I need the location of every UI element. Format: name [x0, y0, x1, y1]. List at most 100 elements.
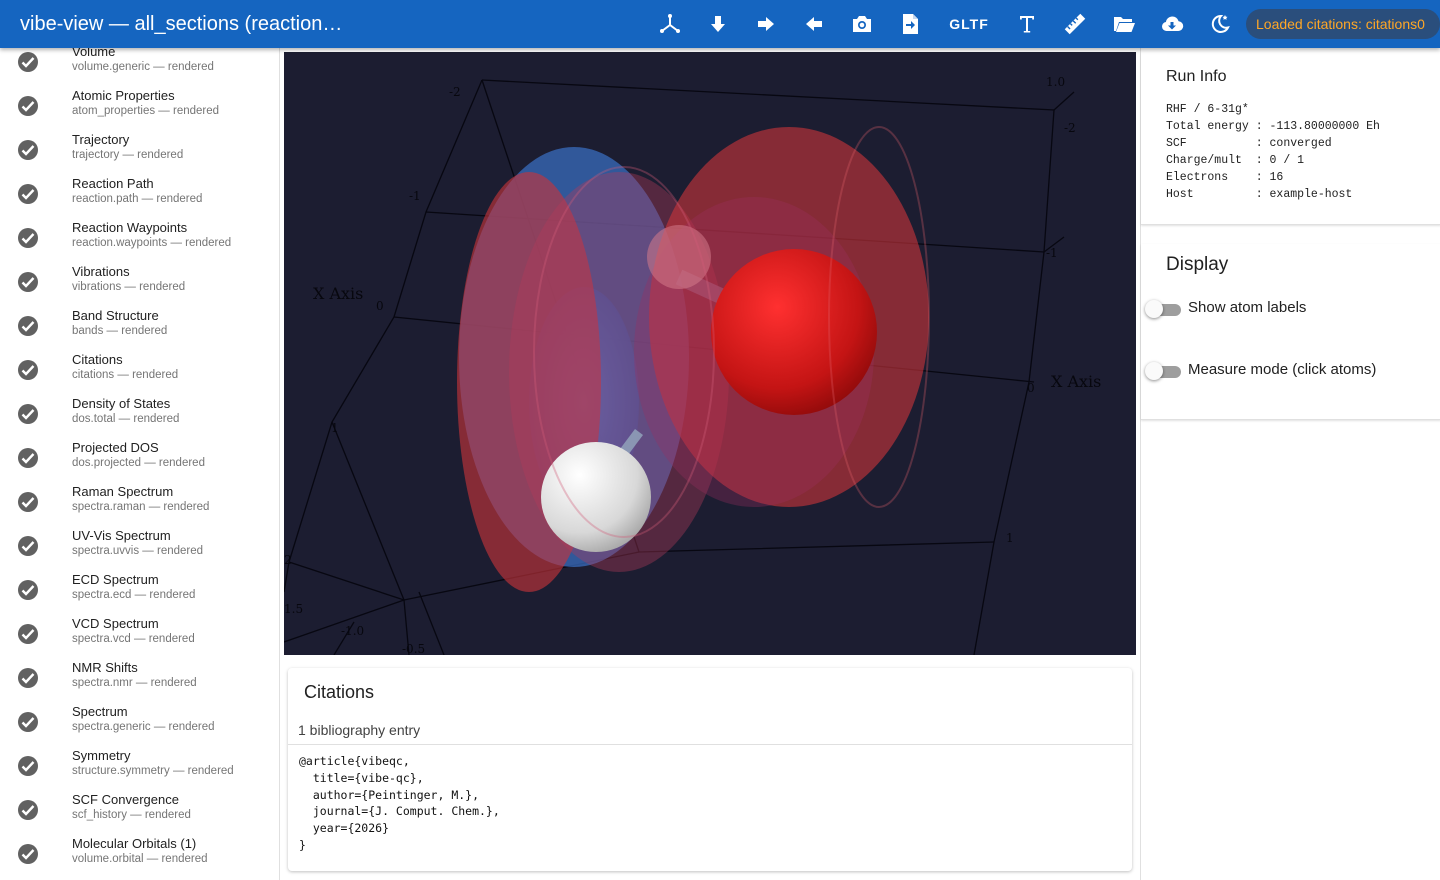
cloud-download-icon — [1161, 16, 1184, 32]
section-item[interactable]: Reaction Waypoints reaction.waypoints — r… — [0, 220, 279, 264]
section-item[interactable]: NMR Shifts spectra.nmr — rendered — [0, 660, 279, 704]
section-title: SCF Convergence — [72, 792, 179, 807]
section-item[interactable]: Volume volume.generic — rendered — [0, 48, 279, 88]
sections-sidebar: Volume volume.generic — rendered Atomic Pr… — [0, 48, 280, 880]
tick-label: 1.5 — [284, 602, 303, 616]
download-button[interactable] — [1152, 4, 1192, 44]
check-circle-icon — [18, 228, 38, 248]
section-item[interactable]: Reaction Path reaction.path — rendered — [0, 176, 279, 220]
section-item[interactable]: Raman Spectrum spectra.raman — rendered — [0, 484, 279, 528]
section-item[interactable]: VCD Spectrum spectra.vcd — rendered — [0, 616, 279, 660]
axes-button[interactable] — [650, 4, 690, 44]
tick-label: 1 — [1006, 531, 1014, 545]
arrow-right-icon — [758, 17, 774, 31]
open-button[interactable] — [1104, 4, 1144, 44]
section-item[interactable]: Band Structure bands — rendered — [0, 308, 279, 352]
section-title: Band Structure — [72, 308, 159, 323]
measure-mode-toggle[interactable] — [1145, 361, 1183, 381]
axis-title: X Axis — [313, 284, 363, 303]
view-left-button[interactable] — [794, 4, 834, 44]
theme-toggle-button[interactable] — [1200, 4, 1240, 44]
section-key: reaction.path — rendered — [72, 193, 203, 205]
gltf-export-button[interactable]: GLTF — [946, 4, 992, 44]
section-title: Molecular Orbitals (1) — [72, 836, 197, 851]
section-item[interactable]: Vibrations vibrations — rendered — [0, 264, 279, 308]
theme-toggle-icon — [1211, 14, 1230, 33]
section-key: citations — rendered — [72, 369, 179, 381]
show-atom-labels-toggle[interactable] — [1145, 299, 1183, 319]
check-circle-icon — [18, 316, 38, 336]
display-card: Display Show atom labels Measure mode (c… — [1141, 244, 1440, 420]
section-key: scf_history — rendered — [72, 809, 191, 821]
measure-button[interactable] — [1055, 4, 1095, 44]
section-key: bands — rendered — [72, 325, 168, 337]
section-item[interactable]: Atomic Properties atom_properties — rende… — [0, 88, 279, 132]
screenshot-button[interactable] — [842, 4, 882, 44]
divider — [288, 744, 1132, 745]
tick-label: -1.0 — [341, 624, 364, 638]
view-down-button[interactable] — [698, 4, 738, 44]
tick-label: -2 — [449, 85, 461, 99]
arrow-down-icon — [711, 16, 725, 32]
check-circle-icon — [18, 360, 38, 380]
info-panel: Run Info RHF / 6-31g* Total energy : -11… — [1140, 48, 1440, 880]
viewer-canvas[interactable]: X Axis X Axis -2 -1 0 1 2 1.5 -1.0 -0.5 … — [284, 52, 1136, 655]
run-info-card: Run Info RHF / 6-31g* Total energy : -11… — [1141, 52, 1440, 225]
tick-label: -2 — [1064, 121, 1076, 135]
citations-heading: Citations — [304, 682, 375, 702]
check-circle-icon — [18, 492, 38, 512]
section-item[interactable]: ECD Spectrum spectra.ecd — rendered — [0, 572, 279, 616]
text-button[interactable] — [1007, 4, 1047, 44]
section-key: spectra.nmr — rendered — [72, 677, 197, 689]
text-icon — [1020, 16, 1034, 33]
measure-mode-label: Measure mode (click atoms) — [1188, 361, 1377, 378]
check-circle-icon — [18, 404, 38, 424]
section-item[interactable]: UV-Vis Spectrum spectra.uvvis — rendered — [0, 528, 279, 572]
check-circle-icon — [18, 580, 38, 600]
section-item[interactable]: Spectrum spectra.generic — rendered — [0, 704, 279, 748]
check-circle-icon — [18, 52, 38, 72]
section-item[interactable]: Citations citations — rendered — [0, 352, 279, 396]
tick-label: -1 — [1046, 246, 1058, 260]
section-item[interactable]: SCF Convergence scf_history — rendered — [0, 792, 279, 836]
check-circle-icon — [18, 184, 38, 204]
section-key: dos.projected — rendered — [72, 457, 205, 469]
section-title: Symmetry — [72, 748, 131, 763]
section-title: Raman Spectrum — [72, 484, 174, 499]
section-item[interactable]: Density of States dos.total — rendered — [0, 396, 279, 440]
tick-label: -0.5 — [402, 642, 425, 655]
run-info-title: Run Info — [1166, 68, 1227, 85]
section-title: Citations — [72, 352, 123, 367]
section-title: Volume — [72, 48, 116, 59]
section-item[interactable]: Trajectory trajectory — rendered — [0, 132, 279, 176]
tick-label: 2 — [284, 553, 292, 567]
section-item[interactable]: Symmetry structure.symmetry — rendered — [0, 748, 279, 792]
folder-open-icon — [1114, 17, 1135, 32]
ruler-icon — [1064, 13, 1086, 35]
axis-title: X Axis — [1051, 372, 1101, 391]
bibtex-entry: @article{vibeqc, title={vibe-qc}, author… — [299, 754, 500, 852]
run-info-text: RHF / 6-31g* Total energy : -113.8000000… — [1166, 103, 1380, 201]
section-item[interactable]: Molecular Orbitals (1) volume.orbital — r… — [0, 836, 279, 880]
citations-card: Citations 1 bibliography entry @article{… — [288, 668, 1132, 871]
toggle-thumb — [1145, 362, 1163, 380]
section-key: atom_properties — rendered — [72, 105, 220, 117]
view-right-button[interactable] — [746, 4, 786, 44]
axes-icon — [660, 14, 680, 33]
camera-icon — [853, 16, 871, 32]
oxygen-atom[interactable] — [711, 249, 877, 415]
section-title: Trajectory — [72, 132, 130, 147]
section-key: volume.orbital — rendered — [72, 853, 208, 865]
app-title: vibe-view — all_sections (reaction… — [20, 13, 343, 35]
section-title: Spectrum — [72, 704, 128, 719]
check-circle-icon — [18, 448, 38, 468]
section-key: spectra.uvvis — rendered — [72, 545, 204, 557]
section-key: spectra.ecd — rendered — [72, 589, 196, 601]
section-item[interactable]: Projected DOS dos.projected — rendered — [0, 440, 279, 484]
check-circle-icon — [18, 844, 38, 864]
section-title: VCD Spectrum — [72, 616, 159, 631]
tick-label: 1 — [331, 421, 339, 435]
export-file-button[interactable] — [890, 4, 930, 44]
section-key: trajectory — rendered — [72, 149, 184, 161]
molecule-3d-viewer[interactable]: X Axis X Axis -2 -1 0 1 2 1.5 -1.0 -0.5 … — [284, 52, 1136, 655]
